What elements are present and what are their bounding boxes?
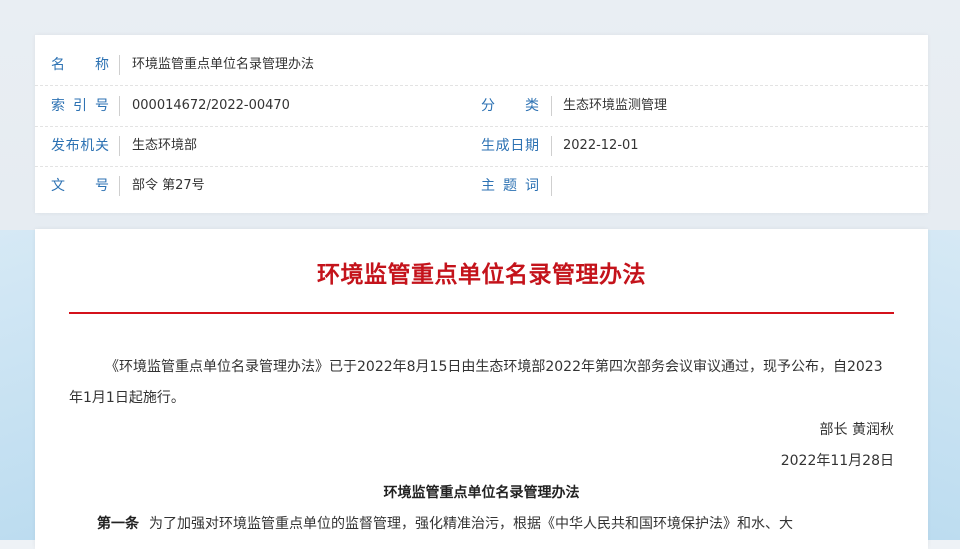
regulation-subtitle: 环境监管重点单位名录管理办法 bbox=[383, 485, 580, 501]
metadata-label-index-number: 索 引 号 bbox=[51, 98, 109, 114]
article-text: 为了加强对环境监管重点单位的监督管理，强化精准治污，根据《中华人民共和国环境保护… bbox=[149, 516, 793, 532]
metadata-value-doc-number: 部令 第27号 bbox=[132, 178, 205, 193]
document-body: 环境监管重点单位名录管理办法 《环境监管重点单位名录管理办法》已于2022年8月… bbox=[35, 229, 928, 549]
article-1: 第一条 为了加强对环境监管重点单位的监督管理，强化精准治污，根据《中华人民共和国环… bbox=[97, 513, 897, 533]
signing-date: 2022年11月28日 bbox=[780, 453, 894, 469]
metadata-label-generated-date: 生成日期 bbox=[481, 138, 539, 154]
background-decoration-left bbox=[0, 230, 40, 540]
metadata-value-index-number: 000014672/2022-00470 bbox=[132, 98, 290, 113]
metadata-separator bbox=[551, 176, 552, 196]
metadata-row-index: 索 引 号 000014672/2022-00470 分 类 生态环境监测管理 bbox=[35, 86, 928, 127]
article-number: 第一条 bbox=[97, 516, 139, 532]
metadata-label-name: 名 称 bbox=[51, 57, 109, 73]
metadata-separator bbox=[119, 176, 120, 196]
document-metadata-table: 名 称 环境监管重点单位名录管理办法 索 引 号 000014672/2022-… bbox=[35, 35, 928, 213]
metadata-value-generated-date: 2022-12-01 bbox=[563, 138, 639, 153]
metadata-value-category: 生态环境监测管理 bbox=[563, 98, 668, 113]
metadata-value-issuer: 生态环境部 bbox=[132, 138, 198, 153]
metadata-label-doc-number: 文 号 bbox=[51, 178, 109, 194]
intro-paragraph: 《环境监管重点单位名录管理办法》已于2022年8月15日由生态环境部2022年第… bbox=[69, 359, 883, 406]
metadata-label-keywords: 主 题 词 bbox=[481, 178, 539, 194]
metadata-separator bbox=[551, 136, 552, 156]
metadata-value-name: 环境监管重点单位名录管理办法 bbox=[132, 57, 315, 72]
background-decoration-right bbox=[924, 230, 960, 540]
metadata-label-category: 分 类 bbox=[481, 98, 539, 114]
metadata-label-issuer: 发布机关 bbox=[51, 138, 109, 154]
signer-line: 部长 黄润秋 bbox=[819, 422, 894, 438]
metadata-row-name: 名 称 环境监管重点单位名录管理办法 bbox=[35, 45, 928, 86]
metadata-separator bbox=[119, 136, 120, 156]
metadata-row-doc-number: 文 号 部令 第27号 主 题 词 bbox=[35, 166, 928, 206]
metadata-row-issuer: 发布机关 生态环境部 生成日期 2022-12-01 bbox=[35, 126, 928, 167]
metadata-separator bbox=[119, 96, 120, 116]
title-divider bbox=[69, 312, 894, 314]
metadata-separator bbox=[551, 96, 552, 116]
metadata-separator bbox=[119, 55, 120, 75]
document-title: 环境监管重点单位名录管理办法 bbox=[317, 262, 646, 288]
